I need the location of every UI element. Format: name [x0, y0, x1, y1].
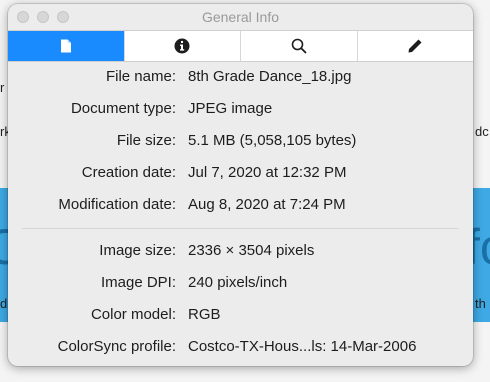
info-row-colorsync-profile: ColorSync profile: Costco-TX-Hous...ls: … — [8, 338, 473, 360]
info-label: Creation date: — [81, 164, 176, 181]
tab-edit[interactable] — [356, 31, 474, 61]
tab-general[interactable] — [8, 31, 124, 61]
image-dpi-value: 240 pixels/inch — [188, 274, 288, 291]
section-divider — [22, 228, 459, 229]
info-label: ColorSync profile: — [57, 338, 176, 355]
info-row-color-model: Color model: RGB — [8, 306, 473, 328]
info-row-image-dpi: Image DPI: 240 pixels/inch — [8, 274, 473, 296]
colorsync-profile-value: Costco-TX-Hous...ls: 14-Mar-2006 — [188, 338, 417, 355]
file-size-value: 5.1 MB (5,058,105 bytes) — [188, 132, 357, 149]
tab-more-info[interactable] — [123, 31, 241, 61]
info-label: Image size: — [99, 242, 176, 259]
info-label: Image DPI: — [100, 274, 176, 291]
info-label: File size: — [116, 132, 176, 149]
info-row-modification-date: Modification date: Aug 8, 2020 at 7:24 P… — [8, 196, 473, 218]
document-type-value: JPEG image — [188, 100, 273, 117]
image-size-value: 2336 × 3504 pixels — [188, 242, 315, 259]
background-text-fragment: th — [475, 296, 486, 311]
info-circle-icon — [174, 38, 190, 54]
pencil-icon — [408, 39, 422, 53]
document-icon — [60, 39, 71, 53]
background-text-fragment: r — [0, 80, 5, 95]
titlebar[interactable]: General Info — [8, 4, 473, 28]
info-row-creation-date: Creation date: Jul 7, 2020 at 12:32 PM — [8, 164, 473, 186]
creation-date-value: Jul 7, 2020 at 12:32 PM — [188, 164, 347, 181]
info-row-image-size: Image size: 2336 × 3504 pixels — [8, 242, 473, 264]
color-model-value: RGB — [188, 306, 221, 323]
info-label: File name: — [105, 68, 176, 85]
window-title: General Info — [201, 9, 280, 25]
general-info-panel: General Info File name: 8th Grade Dance_… — [8, 4, 473, 366]
inspector-tab-bar — [8, 30, 473, 62]
background-text-fragment: d — [0, 296, 8, 311]
info-row-file-size: File size: 5.1 MB (5,058,105 bytes) — [8, 132, 473, 154]
info-label: Modification date: — [58, 196, 176, 213]
info-label: Document type: — [70, 100, 176, 117]
modification-date-value: Aug 8, 2020 at 7:24 PM — [188, 196, 346, 213]
info-row-file-name: File name: 8th Grade Dance_18.jpg — [8, 68, 473, 90]
info-row-document-type: Document type: JPEG image — [8, 100, 473, 122]
tab-search[interactable] — [240, 31, 357, 61]
background-text-fragment: dc — [475, 124, 489, 139]
info-label: Color model: — [90, 306, 176, 323]
file-name-value: 8th Grade Dance_18.jpg — [188, 68, 352, 85]
search-icon — [291, 38, 307, 54]
